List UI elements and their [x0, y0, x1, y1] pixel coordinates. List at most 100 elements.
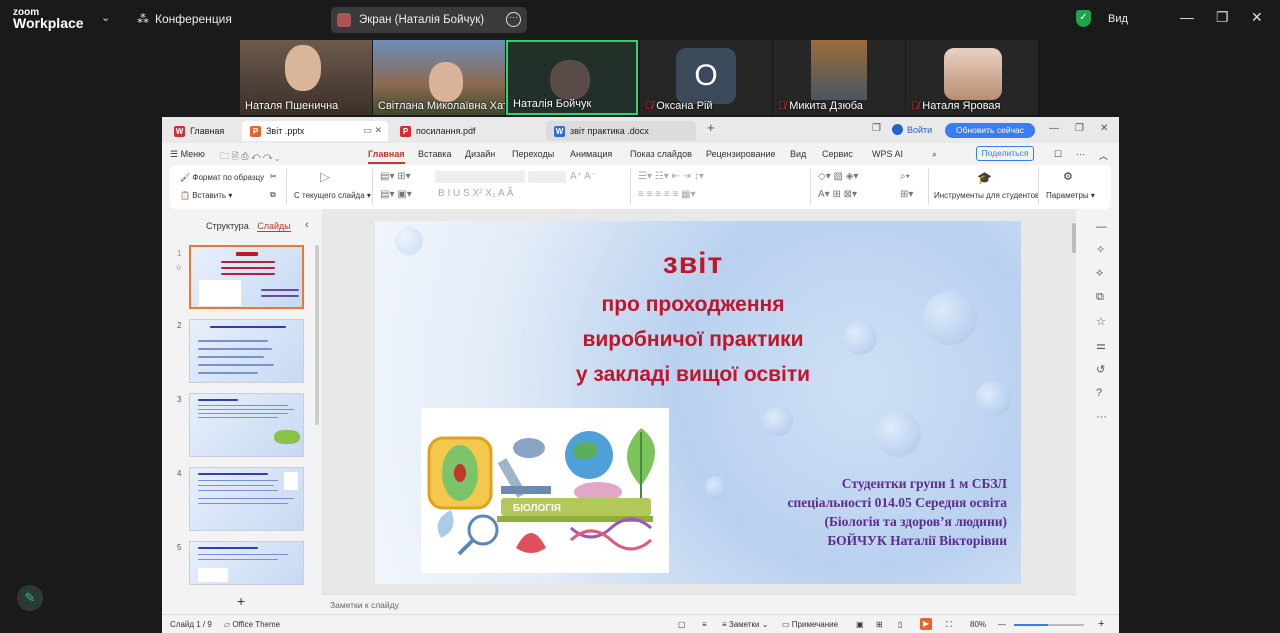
close-icon[interactable]: ✕	[1251, 9, 1263, 26]
reading-view-icon[interactable]: ▯	[898, 620, 902, 629]
slide-thumbnail[interactable]	[189, 245, 304, 309]
more-icon[interactable]: ···	[506, 12, 521, 27]
slide-thumbnail[interactable]	[189, 393, 304, 457]
slide-thumbnail[interactable]	[189, 541, 304, 585]
star-icon[interactable]: ☆	[1096, 315, 1106, 328]
zoom-in-icon[interactable]: +	[1098, 618, 1104, 630]
comment-toggle[interactable]: ▭ Примечание	[782, 620, 838, 629]
zoom-slider[interactable]	[1014, 624, 1084, 626]
copy-layout-icon[interactable]: ⧉	[1096, 291, 1104, 304]
tab-docx[interactable]: W звіт практика .docx	[546, 121, 696, 141]
star-icon[interactable]: ☆	[175, 263, 182, 272]
align-icons[interactable]: ≡ ≡ ≡ ≡ ≡ ▦▾	[638, 189, 696, 200]
search-icon[interactable]: ⌕	[932, 149, 937, 160]
shape-edit-icon[interactable]: ⟡	[1096, 267, 1103, 280]
tab-pptx[interactable]: P Звіт .pptx ▭ ✕	[242, 121, 388, 141]
ribbon-tab-home[interactable]: Главная	[368, 149, 405, 164]
font-grow-icons[interactable]: A⁺ A⁻	[570, 171, 596, 182]
font-size-select[interactable]	[528, 171, 566, 183]
restore-icon[interactable]: ❐	[1075, 123, 1084, 134]
participant-tile-active[interactable]: Наталія Бойчук	[506, 40, 638, 115]
menu-button[interactable]: ☰ Меню	[170, 149, 205, 160]
student-tools-button[interactable]: Инструменты для студентов	[934, 191, 1039, 200]
restore-icon[interactable]: ❐	[1216, 9, 1229, 26]
help-icon[interactable]: ?	[1096, 387, 1102, 399]
ribbon-tab-service[interactable]: Сервис	[822, 149, 853, 159]
slide-sorter-icon[interactable]: ⊞	[876, 620, 883, 629]
login-button[interactable]: Войти	[892, 124, 932, 135]
ribbon-tab-insert[interactable]: Вставка	[418, 149, 451, 159]
slide-scrollbar[interactable]	[1072, 223, 1076, 253]
magic-icon[interactable]: ✧	[1096, 243, 1105, 256]
tab-structure[interactable]: Структура	[206, 221, 249, 231]
comment-icon[interactable]: ☐	[1054, 149, 1062, 160]
paste-button[interactable]: 📋 Вставить ▾	[180, 191, 232, 200]
params-button[interactable]: Параметры ▾	[1046, 191, 1095, 200]
new-tab-icon[interactable]: +	[707, 120, 715, 135]
text-format-icons[interactable]: B I U S X² X₂ A Ã	[438, 188, 514, 199]
thumbnail-scrollbar[interactable]	[315, 245, 319, 425]
select-icon[interactable]: ⊞▾	[900, 189, 913, 200]
minimize-icon[interactable]: —	[1180, 9, 1194, 25]
play-icon[interactable]: ▷	[320, 169, 330, 185]
screen-share-indicator[interactable]: Экран (Наталія Бойчук) ···	[331, 7, 527, 33]
copy-icon[interactable]: ⧉	[270, 190, 276, 200]
tab-slides[interactable]: Слайды	[257, 221, 291, 232]
ribbon-tab-wps-ai[interactable]: WPS AI	[872, 149, 903, 159]
align-icon[interactable]: ≡	[702, 620, 707, 629]
participant-tile[interactable]: Наталя Пшенична	[240, 40, 372, 115]
sliders-icon[interactable]: ⚌	[1096, 339, 1106, 352]
tab-pdf[interactable]: P посилання.pdf	[392, 121, 542, 141]
zoom-out-icon[interactable]: —	[998, 620, 1006, 629]
ribbon-tab-view[interactable]: Вид	[790, 149, 806, 159]
notes-toggle[interactable]: ≡ Заметки ⌄	[722, 620, 768, 629]
ribbon-tab-review[interactable]: Рецензирование	[706, 149, 776, 159]
from-current-slide-button[interactable]: С текущего слайда ▾	[294, 191, 371, 200]
collapse-ribbon-icon[interactable]: ︿	[1099, 149, 1108, 162]
add-slide-icon[interactable]: +	[237, 593, 245, 609]
notes-field[interactable]: Заметки к слайду	[322, 594, 1076, 614]
view-button[interactable]: Вид	[1108, 13, 1128, 25]
arrange-icons[interactable]: A▾ ⊞ ⊠▾	[818, 189, 857, 200]
collapse-panel-icon[interactable]: ‹	[305, 219, 309, 231]
layout-icon[interactable]: ▤▾ ⊞▾	[380, 171, 411, 182]
minimize-icon[interactable]: —	[1049, 123, 1059, 134]
font-family-select[interactable]	[435, 171, 525, 183]
more-icon[interactable]: ···	[1076, 149, 1085, 159]
format-painter-button[interactable]: 🖌 Формат по образцу	[180, 173, 264, 182]
quick-access-icons[interactable]: 🗀 🗎 ⎙ ↶ ↷ ⌄	[220, 149, 279, 165]
more-icon[interactable]: ···	[1096, 411, 1107, 423]
shape-icons[interactable]: ◇▾ ▧ ◈▾	[818, 171, 858, 182]
security-shield-icon[interactable]: ✓	[1076, 10, 1091, 27]
share-button[interactable]: Поделиться ⌄	[976, 146, 1034, 171]
normal-view-icon[interactable]: ▣	[856, 620, 864, 629]
chevron-down-icon[interactable]: ⌄	[101, 11, 110, 24]
zoom-level[interactable]: 80%	[970, 620, 986, 629]
meeting-info-button[interactable]: ⁂ Конференция	[137, 12, 232, 26]
annotate-pen-icon[interactable]: ✎	[17, 585, 43, 611]
slide-thumbnail[interactable]	[189, 467, 304, 531]
participant-tile[interactable]: О 🎙̸ Оксана Рій	[640, 40, 772, 115]
close-icon[interactable]: ✕	[1100, 123, 1108, 134]
ribbon-tab-animation[interactable]: Анимация	[570, 149, 612, 159]
cut-icon[interactable]: ✂	[270, 172, 277, 181]
list-icons[interactable]: ☰▾ ☷▾ ⇤ ⇥ ↕▾	[638, 171, 704, 182]
section-icon[interactable]: ▤▾ ▣▾	[380, 189, 412, 200]
find-icon[interactable]: ⌕▾	[900, 171, 910, 182]
play-slideshow-icon[interactable]: ▶	[920, 618, 932, 630]
participant-tile[interactable]: 🎙̸ Наталя Яровая	[906, 40, 1038, 115]
close-tab-icon[interactable]: ▭ ✕	[363, 125, 382, 136]
participant-tile[interactable]: Світлана Миколаївна Хат...	[373, 40, 505, 115]
ribbon-tab-design[interactable]: Дизайн	[465, 149, 495, 159]
ribbon-tab-transitions[interactable]: Переходы	[512, 149, 554, 159]
ribbon-tab-slideshow[interactable]: Показ слайдов	[630, 149, 692, 159]
tab-home[interactable]: W Главная	[166, 121, 242, 141]
update-button[interactable]: Обновить сейчас	[945, 123, 1035, 138]
history-icon[interactable]: ↺	[1096, 363, 1105, 376]
slide-canvas[interactable]: звіт про проходження виробничої практики…	[375, 221, 1021, 584]
minus-icon[interactable]: —	[1096, 221, 1107, 233]
slide-thumbnail[interactable]	[189, 319, 304, 383]
participant-tile[interactable]: 🎙̸ Микита Дзюба	[773, 40, 905, 115]
window-mode-icon[interactable]: ❐	[872, 123, 881, 134]
save-icon[interactable]: ▢	[678, 620, 686, 629]
